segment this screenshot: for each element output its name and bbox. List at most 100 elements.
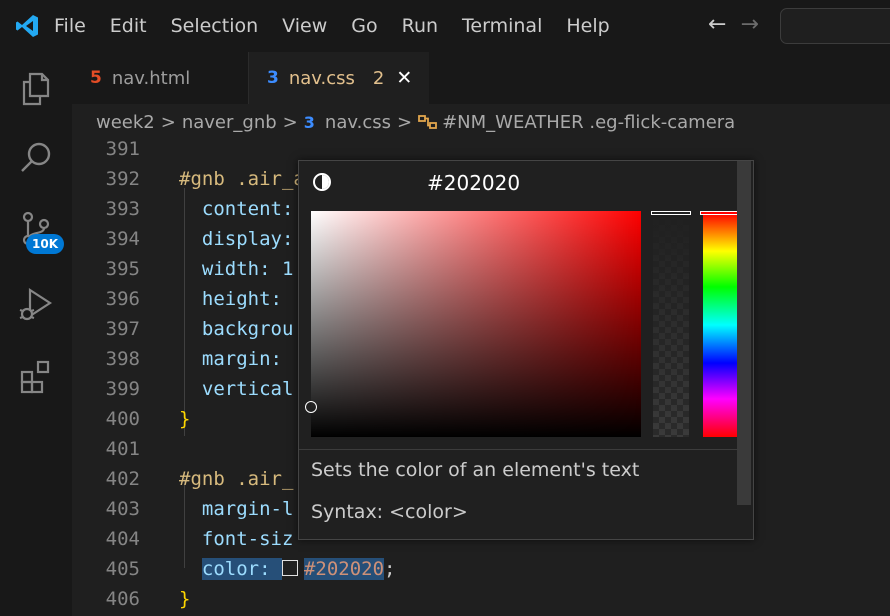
code-token: width: 1 [179,258,294,280]
menu-selection[interactable]: Selection [171,15,259,37]
tab-nav-html[interactable]: 5 nav.html [72,52,249,104]
code-text: width: 1 [179,254,294,284]
code-text: backgrou [179,314,294,344]
breadcrumb-separator: > [160,111,176,133]
command-center-search[interactable] [780,8,890,44]
line-number: 392 [105,168,140,190]
html-file-icon: 5 [90,68,102,88]
code-line[interactable]: 405 color: #202020; [72,554,890,584]
code-token: margin-l [179,498,294,520]
line-number: 403 [105,498,140,520]
color-picker-header: #202020 [299,161,739,207]
run-debug-icon[interactable] [16,284,56,324]
breadcrumb-symbol[interactable]: #NM_WEATHER .eg-flick-camera [442,112,735,133]
saturation-handle[interactable] [305,401,317,413]
code-token: backgrou [179,318,294,340]
color-property: color: [201,558,282,580]
activity-bar: 10K [0,52,72,616]
color-swatch-icon[interactable] [281,560,298,576]
menu-help[interactable]: Help [566,15,609,37]
code-token: margin: [179,348,282,370]
selector-symbol-icon [418,115,437,129]
hue-handle[interactable] [700,211,742,215]
menu-file[interactable]: File [54,15,86,37]
breadcrumb-folder-naver-gnb[interactable]: naver_gnb [182,112,277,133]
tab-bar: 5 nav.html 3 nav.css 2 ✕ [72,52,890,104]
back-arrow-icon[interactable]: ← [708,12,726,38]
code-line[interactable]: 406} [72,584,890,614]
problems-count-badge: 2 [372,67,385,89]
forward-arrow-icon[interactable]: → [740,12,758,38]
code-text: font-siz [179,524,294,554]
line-number: 395 [105,258,140,280]
code-text: margin-l [179,494,294,524]
hue-slider[interactable] [703,213,739,437]
title-bar: File Edit Selection View Go Run Terminal… [0,0,890,52]
property-description: Sets the color of an element's text [311,459,640,481]
line-number: 399 [105,378,140,400]
line-number: 400 [105,408,140,430]
code-text: vertical [179,374,294,404]
breadcrumb-separator: > [396,111,413,133]
css-file-icon: 3 [267,68,279,88]
css-file-icon: 3 [303,112,315,132]
code-token: font-siz [179,528,294,550]
code-text: } [179,584,190,614]
code-text: #gnb .air_ [179,464,293,494]
breadcrumb-separator: > [282,111,298,133]
semicolon: ; [384,558,396,580]
line-number: 398 [105,348,140,370]
line-number: 404 [105,528,140,550]
menu-edit[interactable]: Edit [110,15,147,37]
close-icon[interactable]: ✕ [396,67,412,89]
files-icon[interactable] [16,68,56,108]
line-number: 405 [105,558,140,580]
line-number: 393 [105,198,140,220]
code-token: content: [179,198,294,220]
menu-go[interactable]: Go [351,15,377,37]
code-token: #gnb .air_ [179,468,294,490]
color-value: #202020 [303,558,385,580]
opacity-handle[interactable] [651,211,691,215]
tab-nav-css[interactable]: 3 nav.css 2 ✕ [249,52,429,104]
line-number: 402 [105,468,140,490]
extensions-icon[interactable] [16,356,56,396]
tab-label: nav.css [288,67,355,89]
opacity-slider[interactable] [653,213,689,437]
tab-label: nav.html [111,67,191,89]
breadcrumb: week2 > naver_gnb > 3 nav.css > #NM_WEAT… [72,104,890,140]
code-text: height: [179,284,282,314]
vscode-logo-icon [16,15,38,37]
code-token: } [179,588,191,610]
code-text: } [179,404,190,434]
hover-scrollbar[interactable] [737,161,751,505]
line-number: 391 [105,140,140,160]
code-text: margin: [179,344,282,374]
line-number: 396 [105,288,140,310]
line-number: 397 [105,318,140,340]
hover-divider [299,449,739,450]
breadcrumb-folder-week2[interactable]: week2 [96,112,155,133]
code-token: height: [179,288,282,310]
menu-terminal[interactable]: Terminal [462,15,542,37]
code-text: color: #202020; [179,554,396,584]
code-token: display: [179,228,294,250]
menu-view[interactable]: View [282,15,327,37]
code-token: } [179,408,191,430]
breadcrumb-file-nav-css[interactable]: nav.css [325,112,391,133]
color-picker-hover: #202020 Sets the color of an element's t… [298,160,754,540]
line-number: 406 [105,588,140,610]
code-token: vertical [179,378,294,400]
source-control-badge: 10K [26,234,64,254]
line-number: 401 [105,438,140,460]
property-syntax: Syntax: <color> [311,501,468,523]
code-text: content: [179,194,294,224]
saturation-brightness-box[interactable] [305,211,641,437]
line-number: 394 [105,228,140,250]
color-hex-value[interactable]: #202020 [427,171,520,195]
history-navigation: ← → [708,12,759,38]
search-icon[interactable] [16,138,56,178]
code-text: display: [179,224,294,254]
menu-run[interactable]: Run [402,15,438,37]
contrast-icon[interactable] [313,173,331,191]
